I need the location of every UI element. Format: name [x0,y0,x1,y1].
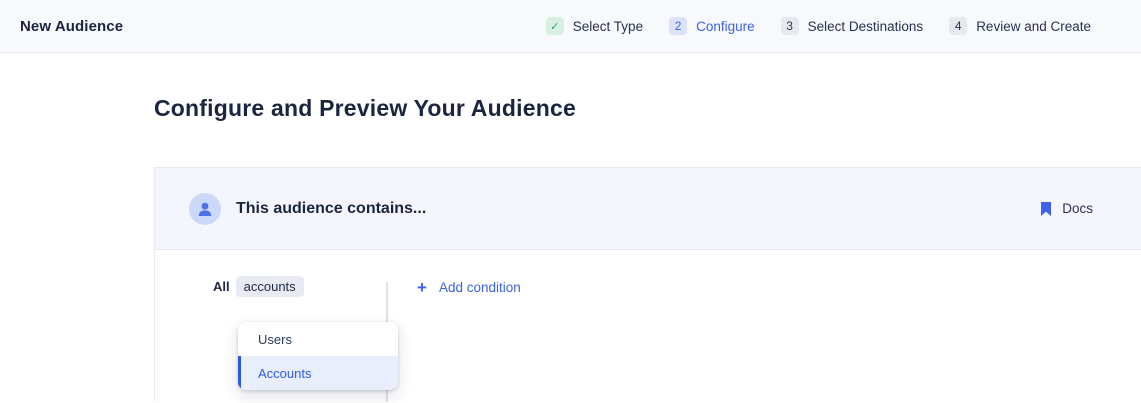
plus-icon: + [417,279,427,296]
panel-title: This audience contains... [236,200,426,218]
step-done-check-icon: ✓ [546,17,564,35]
step-label: Configure [696,19,755,34]
docs-link[interactable]: Docs [1040,201,1093,217]
top-bar: New Audience ✓ Select Type 2 Configure 3… [0,0,1141,53]
dropdown-option-users[interactable]: Users [238,322,398,356]
user-avatar-icon [189,193,221,225]
docs-label: Docs [1062,201,1093,216]
step-select-destinations[interactable]: 3 Select Destinations [781,17,924,35]
step-review-and-create[interactable]: 4 Review and Create [949,17,1091,35]
main-content: Configure and Preview Your Audience This… [0,95,1141,402]
condition-row: All accounts [213,276,304,297]
dropdown-option-accounts[interactable]: Accounts [238,356,398,390]
audience-panel-header: This audience contains... Docs [155,168,1141,250]
step-number-badge: 4 [949,17,967,35]
add-condition-label: Add condition [439,280,521,295]
step-configure[interactable]: 2 Configure [669,17,755,35]
add-condition-button[interactable]: + Add condition [417,279,521,296]
condition-builder: All accounts + Add condition Users Accou… [155,250,1141,402]
entity-dropdown-menu: Users Accounts [238,322,398,390]
step-number-badge: 3 [781,17,799,35]
page-heading: Configure and Preview Your Audience [154,95,1141,122]
page-title: New Audience [20,18,123,35]
step-select-type[interactable]: ✓ Select Type [546,17,643,35]
condition-prefix-label: All [213,279,230,294]
audience-panel: This audience contains... Docs All accou… [154,167,1141,402]
wizard-stepper: ✓ Select Type 2 Configure 3 Select Desti… [546,17,1091,35]
step-label: Select Destinations [808,19,924,34]
step-label: Select Type [573,19,643,34]
step-label: Review and Create [976,19,1091,34]
entity-select-pill[interactable]: accounts [236,276,304,297]
step-number-badge: 2 [669,17,687,35]
bookmark-icon [1040,201,1052,217]
